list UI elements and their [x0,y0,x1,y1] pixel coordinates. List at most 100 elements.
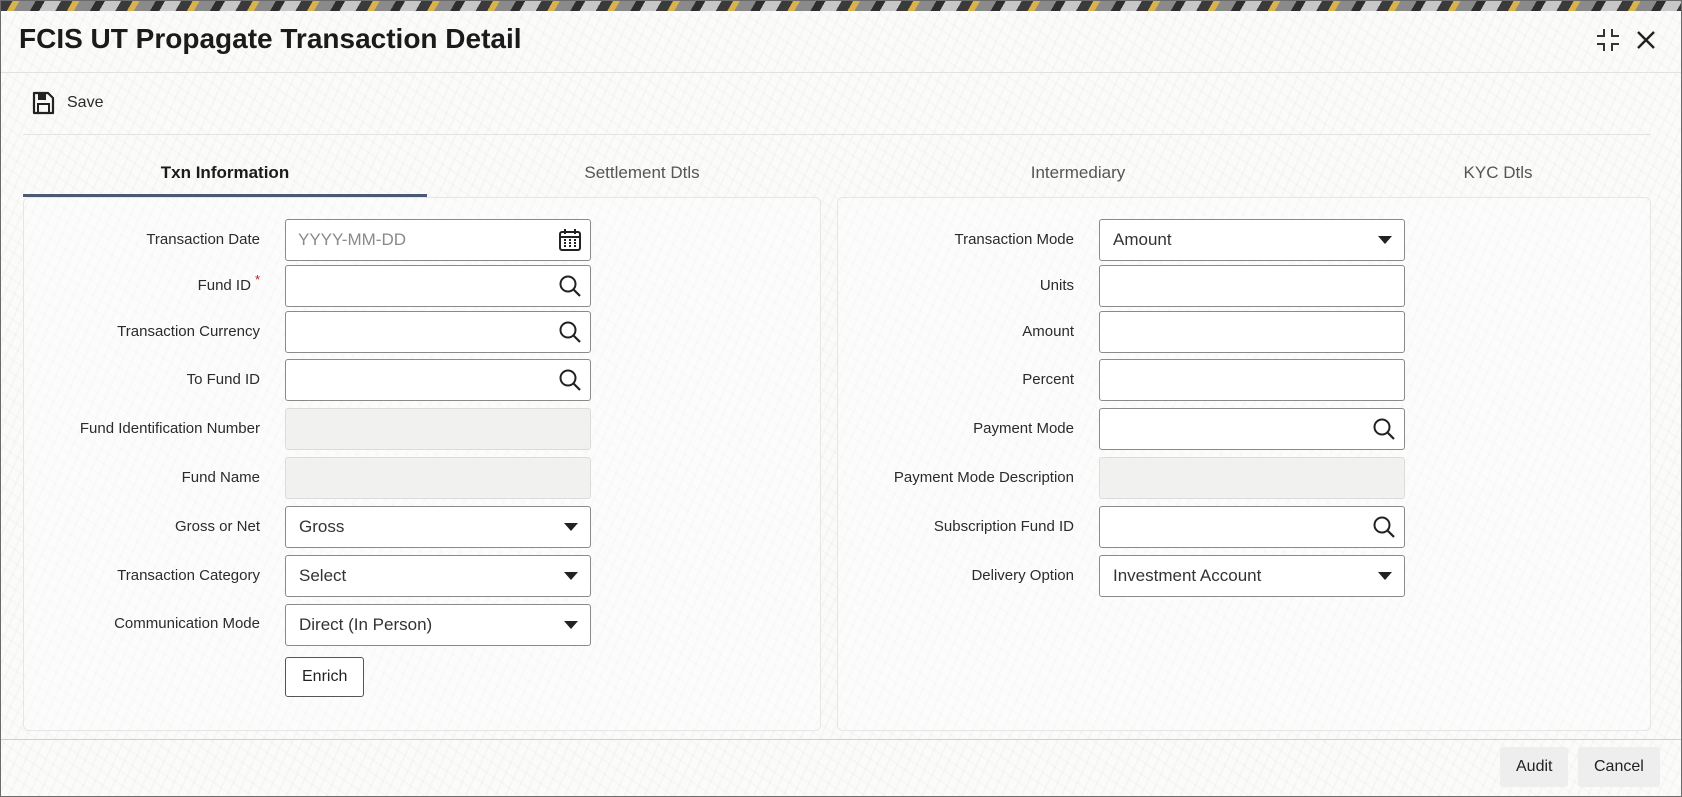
transaction-date-row: Transaction Date [24,218,260,262]
search-icon[interactable] [558,274,582,298]
transaction-currency-input[interactable] [286,312,546,352]
audit-button[interactable]: Audit [1500,747,1569,787]
percent-input[interactable] [1100,360,1400,400]
fund-name-label: Fund Name [181,469,260,486]
transaction-category-label: Transaction Category [117,567,260,584]
tab-kyc-dtls[interactable]: KYC Dtls [1343,153,1653,197]
subscription-fund-id-label: Subscription Fund ID [933,518,1074,535]
percent-label: Percent [1022,371,1074,388]
chevron-down-icon [564,621,578,629]
to-fund-id-label: To Fund ID [186,371,260,388]
tab-intermediary[interactable]: Intermediary [923,153,1233,197]
fund-id-input[interactable] [286,266,546,306]
gross-or-net-value: Gross [299,517,345,536]
payment-mode-row: Payment Mode [838,407,1074,451]
window-title: FCIS UT Propagate Transaction Detail [19,23,522,54]
payment-mode-description-field [1099,457,1405,499]
chevron-down-icon [564,572,578,580]
gross-or-net-row: Gross or Net [24,505,260,549]
chevron-down-icon [1378,572,1392,580]
save-label: Save [67,94,104,111]
chevron-down-icon [1378,236,1392,244]
fund-identification-number-field [285,408,591,450]
units-label: Units [1039,277,1074,294]
delivery-option-row: Delivery Option [838,554,1074,598]
fund-id-field[interactable] [285,265,591,307]
transaction-mode-select[interactable]: Amount [1099,219,1405,261]
search-icon[interactable] [1372,515,1396,539]
delivery-option-value: Investment Account [1113,566,1262,585]
payment-mode-label: Payment Mode [973,420,1074,437]
tab-txn-information[interactable]: Txn Information [23,153,427,197]
chevron-down-icon [564,523,578,531]
percent-field[interactable] [1099,359,1405,401]
subscription-fund-id-field[interactable] [1099,506,1405,548]
search-icon[interactable] [558,320,582,344]
fund-identification-number-label: Fund Identification Number [79,420,260,437]
fund-name-row: Fund Name [24,456,260,500]
fund-id-label-wrap: Fund ID * [198,264,260,308]
toolbar: Save [1,74,1681,135]
fund-id-label: Fund ID [197,277,251,294]
to-fund-id-input[interactable] [286,360,546,400]
subscription-fund-id-row: Subscription Fund ID [838,505,1074,549]
units-input[interactable] [1100,266,1400,306]
subscription-fund-id-input[interactable] [1100,507,1360,547]
txn-info-right-panel: Transaction Mode Amount Units Amount Per… [837,197,1651,731]
transaction-category-value: Select [299,566,347,585]
delivery-option-select[interactable]: Investment Account [1099,555,1405,597]
transaction-mode-value: Amount [1113,230,1172,249]
close-icon[interactable] [1631,25,1661,55]
fund-id-row: Fund ID * [24,264,260,308]
delivery-option-label: Delivery Option [971,567,1074,584]
amount-field[interactable] [1099,311,1405,353]
communication-mode-row: Communication Mode [24,602,260,646]
transaction-mode-row: Transaction Mode [838,218,1074,262]
fund-name-field [285,457,591,499]
title-bar: FCIS UT Propagate Transaction Detail [1,11,1681,73]
maximize-icon[interactable] [1593,25,1623,55]
amount-label: Amount [1022,323,1074,340]
search-icon[interactable] [558,368,582,392]
transaction-category-select[interactable]: Select [285,555,591,597]
gross-or-net-label: Gross or Net [174,518,260,535]
save-icon [32,91,55,115]
transaction-category-row: Transaction Category [24,554,260,598]
transaction-currency-field[interactable] [285,311,591,353]
payment-mode-description-label: Payment Mode Description [893,469,1074,486]
communication-mode-value: Direct (In Person) [299,615,433,634]
required-marker: * [254,272,260,287]
enrich-button[interactable]: Enrich [285,657,365,697]
tab-bar: Txn Information Settlement Dtls Intermed… [23,153,1653,197]
communication-mode-select[interactable]: Direct (In Person) [285,604,591,646]
decorative-header-strip [1,1,1681,11]
transaction-currency-row: Transaction Currency [24,310,260,354]
transaction-date-field[interactable] [285,219,591,261]
footer-divider [1,739,1681,740]
transaction-mode-label: Transaction Mode [954,231,1074,248]
tab-settlement-dtls[interactable]: Settlement Dtls [477,153,807,197]
units-field[interactable] [1099,265,1405,307]
save-button[interactable]: Save [31,88,103,118]
payment-mode-description-row: Payment Mode Description [838,456,1074,500]
txn-info-left-panel: Transaction Date Fund ID* Transaction Cu… [23,197,821,731]
gross-or-net-select[interactable]: Gross [285,506,591,548]
transaction-date-input[interactable] [286,220,546,260]
propagate-transaction-window: FCIS UT Propagate Transaction Detail Sav… [0,0,1682,797]
communication-mode-label: Communication Mode [114,615,260,632]
to-fund-id-row: To Fund ID [24,358,260,402]
payment-mode-field[interactable] [1099,408,1405,450]
payment-mode-input[interactable] [1100,409,1360,449]
calendar-icon[interactable] [558,228,582,252]
toolbar-divider [23,134,1651,135]
percent-row: Percent [838,358,1074,402]
to-fund-id-field[interactable] [285,359,591,401]
amount-row: Amount [838,310,1074,354]
fund-identification-number-row: Fund Identification Number [24,407,260,451]
transaction-currency-label: Transaction Currency [117,323,260,340]
search-icon[interactable] [1372,417,1396,441]
cancel-button[interactable]: Cancel [1578,747,1660,787]
amount-input[interactable] [1100,312,1400,352]
units-row: Units [838,264,1074,308]
transaction-date-label: Transaction Date [146,231,260,248]
